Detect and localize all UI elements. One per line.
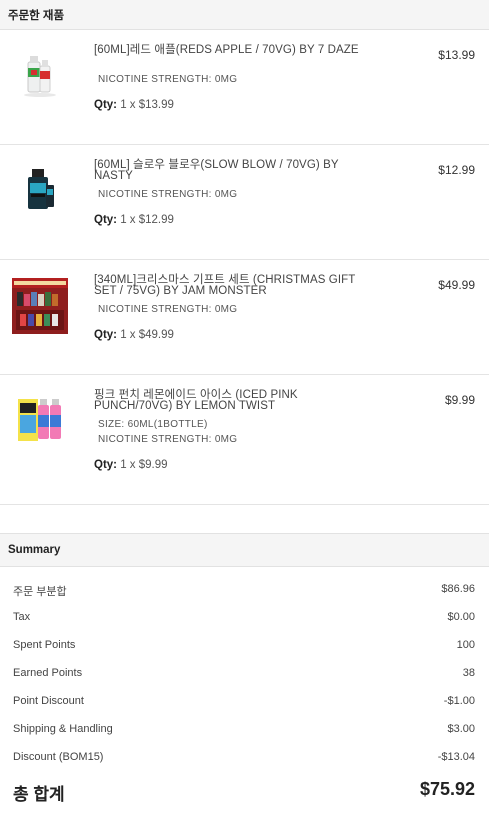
item-title[interactable]: [60ML]레드 애플(REDS APPLE / 70VG) BY 7 DAZE: [94, 44, 374, 56]
item-price: $12.99: [438, 163, 475, 177]
item-option: NICOTINE STRENGTH: 0MG: [98, 434, 238, 445]
slow-blow-bottle-image[interactable]: [12, 163, 68, 219]
ordered-items-title: 주문한 재품: [8, 9, 65, 22]
order-item: [60ML]레드 애플(REDS APPLE / 70VG) BY 7 DAZE…: [0, 30, 489, 145]
grand-total-label: 총 합계: [13, 785, 65, 804]
summary-value: $86.96: [441, 583, 475, 595]
summary-row-earned-points: Earned Points 38: [0, 664, 489, 684]
order-item: 핑크 펀치 레몬에이드 아이스 (ICED PINK PUNCH/70VG) B…: [0, 375, 489, 505]
summary-row-shipping: Shipping & Handling $3.00: [0, 720, 489, 740]
qty-value: 1 x $12.99: [120, 214, 174, 226]
summary-label: Spent Points: [13, 639, 76, 651]
item-qty: Qty: 1 x $12.99: [94, 214, 174, 226]
item-option: NICOTINE STRENGTH: 0MG: [98, 74, 238, 85]
item-price: $13.99: [438, 48, 475, 62]
item-price: $49.99: [438, 278, 475, 292]
item-option: NICOTINE STRENGTH: 0MG: [98, 304, 238, 315]
pink-punch-bottles-image[interactable]: [12, 393, 68, 449]
item-option: SIZE: 60ML(1BOTTLE): [98, 419, 208, 430]
summary-row-subtotal: 주문 부분합 $86.96: [0, 580, 489, 600]
item-qty: Qty: 1 x $13.99: [94, 99, 174, 111]
grand-total-value: $75.92: [419, 779, 475, 799]
summary-label: Tax: [13, 611, 31, 623]
summary-value: $3.00: [447, 723, 475, 735]
summary-row-discount: Discount (BOM15) -$13.04: [0, 748, 489, 768]
item-title[interactable]: [60ML] 슬로우 블로우(SLOW BLOW / 70VG) BY NAST…: [94, 159, 374, 182]
qty-label: Qty:: [94, 329, 117, 341]
item-title[interactable]: [340ML]크리스마스 기프트 세트 (CHRISTMAS GIFT SET …: [94, 274, 374, 297]
summary-label: Point Discount: [13, 695, 84, 707]
summary-row-spent-points: Spent Points 100: [0, 636, 489, 656]
item-qty: Qty: 1 x $9.99: [94, 459, 168, 471]
qty-label: Qty:: [94, 99, 117, 111]
summary-value: 100: [456, 639, 475, 651]
item-title[interactable]: 핑크 펀치 레몬에이드 아이스 (ICED PINK PUNCH/70VG) B…: [94, 389, 374, 412]
order-item: [340ML]크리스마스 기프트 세트 (CHRISTMAS GIFT SET …: [0, 260, 489, 375]
summary-value: -$13.04: [437, 751, 475, 763]
summary-label: 주문 부분합: [13, 586, 67, 598]
ordered-items-header: 주문한 재품: [0, 0, 489, 30]
summary-title: Summary: [8, 544, 61, 556]
summary-value: $0.00: [447, 611, 475, 623]
item-qty: Qty: 1 x $49.99: [94, 329, 174, 341]
ordered-items-list: [60ML]레드 애플(REDS APPLE / 70VG) BY 7 DAZE…: [0, 30, 489, 505]
order-item: [60ML] 슬로우 블로우(SLOW BLOW / 70VG) BY NAST…: [0, 145, 489, 260]
summary-label: Earned Points: [13, 667, 83, 679]
summary-value: 38: [462, 667, 475, 679]
christmas-gift-set-image[interactable]: [12, 278, 68, 334]
reds-apple-bottle-image[interactable]: [12, 48, 68, 104]
qty-value: 1 x $49.99: [120, 329, 174, 341]
qty-value: 1 x $13.99: [120, 99, 174, 111]
summary-row-tax: Tax $0.00: [0, 608, 489, 628]
qty-label: Qty:: [94, 214, 117, 226]
qty-label: Qty:: [94, 459, 117, 471]
qty-value: 1 x $9.99: [120, 459, 168, 471]
grand-total-row: 총 합계 $75.92: [0, 776, 489, 806]
item-option: NICOTINE STRENGTH: 0MG: [98, 189, 238, 200]
summary-row-point-discount: Point Discount -$1.00: [0, 692, 489, 712]
summary-value: -$1.00: [443, 695, 475, 707]
item-price: $9.99: [444, 393, 475, 407]
summary-header: Summary: [0, 533, 489, 567]
summary-label: Shipping & Handling: [13, 723, 113, 735]
summary-label: Discount (BOM15): [13, 751, 104, 763]
